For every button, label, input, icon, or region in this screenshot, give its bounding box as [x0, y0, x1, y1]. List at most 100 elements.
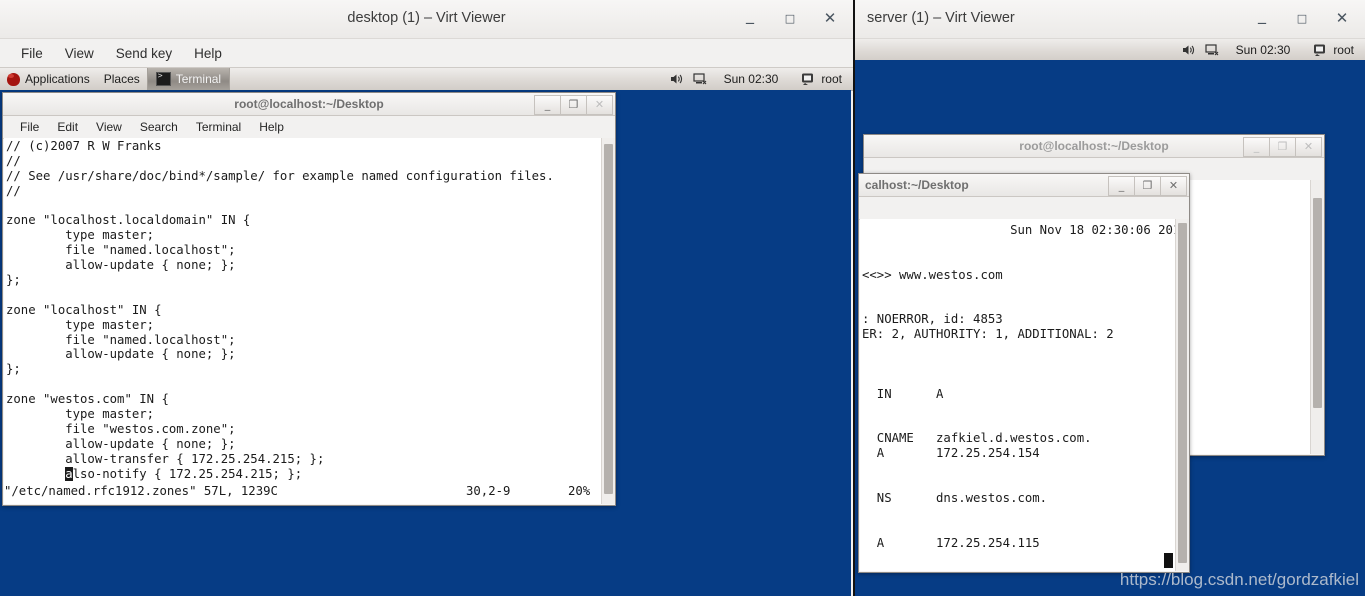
dig-result-terminal-menubar[interactable] [859, 197, 1189, 220]
maximize-button[interactable]: □ [781, 9, 799, 27]
menu-view[interactable]: View [87, 120, 131, 134]
user-icon [801, 72, 816, 86]
close-button[interactable]: ✕ [1295, 137, 1322, 157]
terminal-icon [155, 71, 171, 86]
server-back-terminal-controls[interactable]: _ ❐ ✕ [1243, 137, 1322, 157]
terminal-line: CNAME zafkiel.d.westos.com. [862, 431, 1092, 446]
menu-view[interactable]: View [54, 46, 105, 61]
menu-help[interactable]: Help [183, 46, 233, 61]
close-button[interactable]: ✕ [586, 95, 613, 115]
places-label: Places [103, 72, 140, 86]
menu-help[interactable]: Help [250, 120, 293, 134]
desktop-user-menu[interactable]: root [794, 72, 849, 86]
dig-result-terminal-controls[interactable]: _ ❐ ✕ [1108, 176, 1187, 196]
close-button[interactable]: ✕ [1160, 176, 1187, 196]
named-zones-terminal-scrollbar[interactable] [601, 138, 615, 504]
taskbar-item-terminal[interactable]: Terminal [146, 68, 231, 90]
desktop-window-title: desktop (1) – Virt Viewer [347, 10, 506, 26]
applications-label: Applications [25, 72, 90, 86]
named-zones-terminal-controls[interactable]: _ ❐ ✕ [534, 95, 613, 115]
server-user-menu[interactable]: root [1306, 43, 1361, 57]
desktop-panel-left[interactable]: Applications Places Terminal [0, 68, 231, 90]
minimize-button[interactable]: _ [1108, 176, 1134, 196]
server-tray[interactable]: Sun 02:30 root [1181, 39, 1361, 61]
scroll-thumb[interactable] [604, 144, 613, 494]
menu-edit[interactable]: Edit [48, 120, 87, 134]
desktop-titlebar[interactable]: desktop (1) – Virt Viewer _ □ ✕ [0, 0, 853, 39]
close-button[interactable]: ✕ [821, 9, 839, 27]
menu-send-key[interactable]: Send key [105, 46, 183, 61]
terminal-line: <<>> www.westos.com [862, 267, 1003, 282]
desktop-tray[interactable]: Sun 02:30 root [669, 68, 849, 90]
terminal-line: A 172.25.254.115 [862, 535, 1040, 550]
maximize-button[interactable]: ❐ [1269, 137, 1295, 157]
dig-result-terminal-titlebar[interactable]: calhost:~/Desktop _ ❐ ✕ [859, 174, 1189, 197]
applications-menu[interactable]: Applications [0, 72, 97, 86]
desktop-gnome-panel[interactable]: Applications Places Terminal [0, 68, 853, 91]
terminal-line: file "westos.com.zone"; [6, 421, 236, 436]
places-menu[interactable]: Places [97, 72, 147, 86]
minimize-button[interactable]: _ [741, 7, 759, 27]
server-back-terminal-titlebar[interactable]: root@localhost:~/Desktop _ ❐ ✕ [864, 135, 1324, 158]
dig-result-terminal-window[interactable]: calhost:~/Desktop _ ❐ ✕ Sun Nov 18 02:30… [858, 173, 1190, 573]
terminal-line: type master; [6, 317, 155, 332]
terminal-line: : NOERROR, id: 4853 [862, 312, 1003, 327]
menu-search[interactable]: Search [131, 120, 187, 134]
maximize-button[interactable]: □ [1293, 9, 1311, 27]
dig-result-terminal-scrollbar[interactable] [1175, 219, 1189, 571]
named-zones-terminal-title: root@localhost:~/Desktop [234, 97, 384, 111]
server-window-controls[interactable]: _ □ ✕ [1253, 7, 1351, 28]
minimize-button[interactable]: _ [534, 95, 560, 115]
terminal-line: zone "localhost" IN { [6, 302, 162, 317]
terminal-line: // [6, 153, 21, 168]
terminal-line: }; [6, 273, 21, 288]
menu-file[interactable]: File [11, 120, 48, 134]
server-clock[interactable]: Sun 02:30 [1229, 43, 1298, 57]
dig-result-output[interactable]: Sun Nov 18 02:30:06 2018 <<>> www.westos… [860, 219, 1175, 571]
vim-status-file: "/etc/named.rfc1912.zones" 57L, 1239C [4, 484, 278, 498]
terminal-line: file "named.localhost"; [6, 332, 236, 347]
server-gnome-panel[interactable]: Sun 02:30 root [853, 39, 1365, 62]
menu-terminal[interactable]: Terminal [187, 120, 250, 134]
scroll-thumb[interactable] [1178, 223, 1187, 563]
desktop-viewer-menubar[interactable]: File View Send key Help [0, 39, 853, 68]
volume-icon[interactable] [669, 72, 684, 86]
desktop-window-controls[interactable]: _ □ ✕ [741, 7, 839, 28]
named-zones-terminal-menubar[interactable]: File Edit View Search Terminal Help [3, 116, 615, 139]
minimize-button[interactable]: _ [1253, 7, 1271, 27]
terminal-line: allow-transfer { 172.25.254.215; }; [6, 451, 325, 466]
virt-viewer-window-desktop[interactable]: desktop (1) – Virt Viewer _ □ ✕ File Vie… [0, 0, 855, 596]
desktop-vm-desktop: root@localhost:~/Desktop _ ❐ ✕ File Edit… [0, 90, 851, 596]
scroll-thumb[interactable] [1313, 198, 1322, 408]
network-icon[interactable] [692, 72, 708, 86]
redhat-logo-icon [7, 72, 20, 86]
maximize-button[interactable]: ❐ [1134, 176, 1160, 196]
vim-editor-buffer[interactable]: // (c)2007 R W Franks//// See /usr/share… [4, 138, 601, 504]
close-button[interactable]: ✕ [1333, 9, 1351, 27]
server-clock-label: Sun 02:30 [1235, 43, 1291, 57]
terminal-line: A 172.25.254.154 [862, 446, 1040, 461]
minimize-button[interactable]: _ [1243, 137, 1269, 157]
named-zones-terminal-window[interactable]: root@localhost:~/Desktop _ ❐ ✕ File Edit… [2, 92, 616, 506]
server-back-terminal-scrollbar[interactable] [1310, 180, 1324, 454]
network-icon[interactable] [1204, 43, 1220, 57]
named-zones-terminal-titlebar[interactable]: root@localhost:~/Desktop _ ❐ ✕ [3, 93, 615, 116]
server-titlebar[interactable]: server (1) – Virt Viewer _ □ ✕ [853, 0, 1365, 39]
menu-file[interactable]: File [10, 46, 54, 61]
maximize-button[interactable]: ❐ [560, 95, 586, 115]
user-icon [1313, 43, 1328, 57]
terminal-line: type master; [6, 228, 155, 243]
text-cursor [1164, 553, 1173, 568]
volume-icon[interactable] [1181, 43, 1196, 57]
desktop-clock[interactable]: Sun 02:30 [717, 72, 786, 86]
